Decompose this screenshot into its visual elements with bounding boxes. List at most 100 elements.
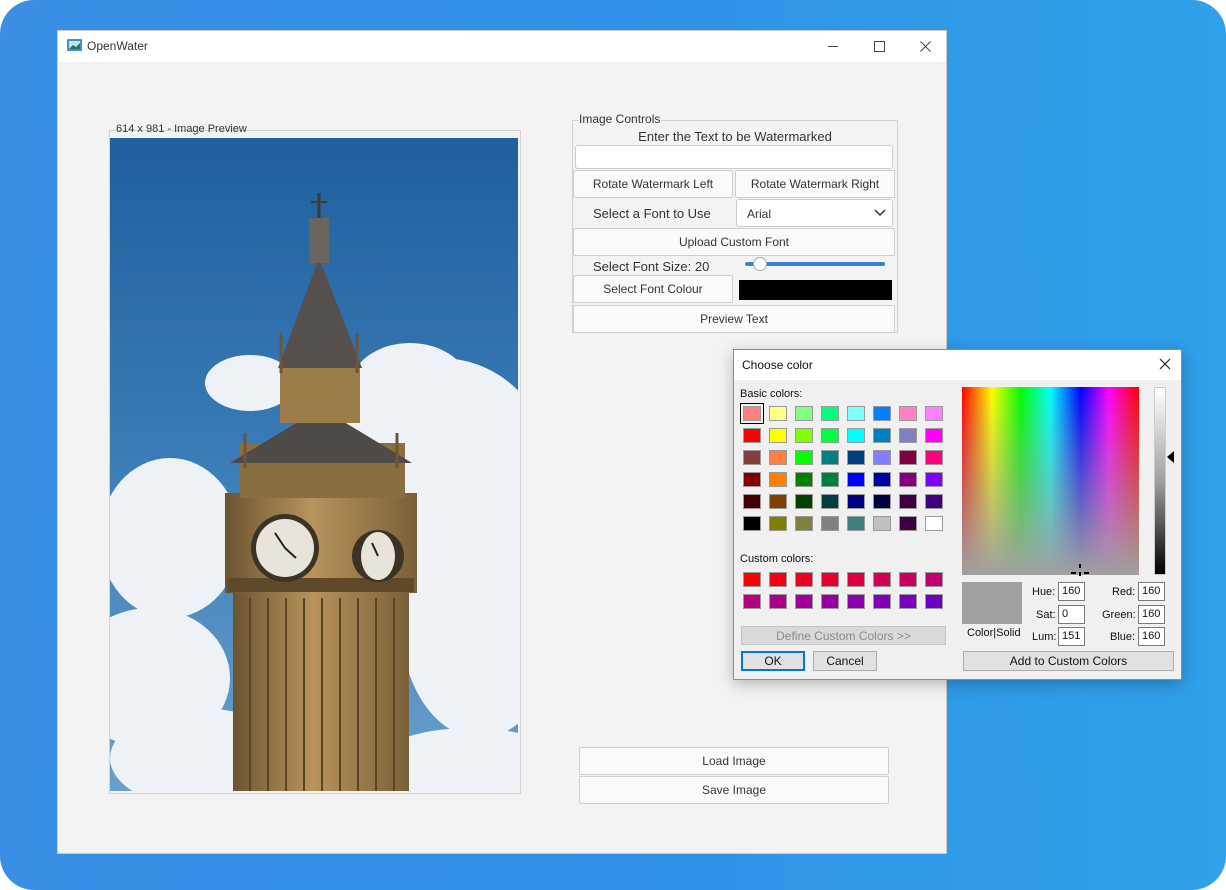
basic-color-swatch[interactable] (795, 406, 813, 421)
basic-color-swatch[interactable] (899, 494, 917, 509)
basic-color-swatch[interactable] (743, 450, 761, 465)
basic-color-swatch[interactable] (769, 472, 787, 487)
close-button[interactable] (902, 31, 948, 61)
rotate-right-button[interactable]: Rotate Watermark Right (735, 170, 895, 198)
basic-color-swatch[interactable] (795, 494, 813, 509)
hue-label: Hue: (1032, 586, 1056, 598)
save-image-button[interactable]: Save Image (579, 776, 889, 804)
custom-color-swatch[interactable] (873, 594, 891, 609)
basic-color-swatch[interactable] (847, 428, 865, 443)
basic-color-swatch[interactable] (873, 472, 891, 487)
basic-color-swatch[interactable] (743, 494, 761, 509)
basic-color-swatch[interactable] (899, 472, 917, 487)
red-field[interactable]: 160 (1138, 582, 1165, 601)
green-label: Green: (1102, 609, 1136, 621)
basic-color-swatch[interactable] (769, 428, 787, 443)
dialog-title-bar[interactable]: Choose color (734, 350, 1181, 380)
load-image-button[interactable]: Load Image (579, 747, 889, 775)
basic-color-swatch[interactable] (769, 494, 787, 509)
basic-color-swatch[interactable] (899, 516, 917, 531)
upload-custom-font-button[interactable]: Upload Custom Font (573, 228, 895, 256)
basic-color-swatch[interactable] (740, 403, 764, 424)
basic-color-swatch[interactable] (873, 406, 891, 421)
basic-color-swatch[interactable] (899, 428, 917, 443)
basic-color-swatch[interactable] (873, 494, 891, 509)
color-spectrum[interactable] (962, 387, 1139, 575)
basic-color-swatch[interactable] (743, 472, 761, 487)
lum-field[interactable]: 151 (1058, 627, 1085, 646)
minimize-button[interactable] (810, 31, 856, 61)
custom-color-swatch[interactable] (769, 572, 787, 587)
custom-color-swatch[interactable] (925, 572, 943, 587)
basic-color-swatch[interactable] (847, 516, 865, 531)
custom-color-swatch[interactable] (743, 594, 761, 609)
hue-field[interactable]: 160 (1058, 582, 1085, 601)
blue-field[interactable]: 160 (1138, 627, 1165, 646)
add-to-custom-colors-button[interactable]: Add to Custom Colors (963, 651, 1174, 671)
custom-color-swatch[interactable] (795, 594, 813, 609)
basic-color-swatch[interactable] (873, 450, 891, 465)
maximize-button[interactable] (856, 31, 902, 61)
basic-color-swatch[interactable] (821, 472, 839, 487)
watermark-text-input[interactable] (575, 145, 893, 169)
basic-color-swatch[interactable] (925, 516, 943, 531)
custom-color-swatch[interactable] (847, 594, 865, 609)
luminosity-arrow-icon[interactable] (1167, 451, 1174, 463)
choose-color-dialog: Choose color Basic colors: Custom colors… (733, 349, 1182, 680)
basic-color-swatch[interactable] (899, 406, 917, 421)
basic-color-swatch[interactable] (847, 450, 865, 465)
basic-color-swatch[interactable] (847, 406, 865, 421)
basic-color-swatch[interactable] (795, 472, 813, 487)
custom-color-swatch[interactable] (795, 572, 813, 587)
rotate-left-button[interactable]: Rotate Watermark Left (573, 170, 733, 198)
custom-color-swatch[interactable] (769, 594, 787, 609)
custom-color-swatch[interactable] (873, 572, 891, 587)
basic-color-swatch[interactable] (873, 516, 891, 531)
custom-color-swatch[interactable] (821, 594, 839, 609)
font-select[interactable]: Arial (736, 199, 893, 227)
custom-color-swatch[interactable] (743, 572, 761, 587)
green-field[interactable]: 160 (1138, 605, 1165, 624)
basic-color-swatch[interactable] (795, 450, 813, 465)
basic-color-swatch[interactable] (795, 516, 813, 531)
custom-color-swatch[interactable] (899, 572, 917, 587)
cancel-button[interactable]: Cancel (813, 651, 877, 671)
define-custom-colors-button[interactable]: Define Custom Colors >> (741, 626, 946, 645)
basic-color-swatch[interactable] (769, 516, 787, 531)
custom-color-swatch[interactable] (821, 572, 839, 587)
basic-color-swatch[interactable] (821, 494, 839, 509)
basic-color-swatch[interactable] (769, 450, 787, 465)
basic-color-swatch[interactable] (925, 472, 943, 487)
basic-color-swatch[interactable] (847, 494, 865, 509)
title-bar[interactable]: OpenWater (58, 31, 946, 62)
watermark-text-label: Enter the Text to be Watermarked (638, 129, 832, 144)
basic-color-swatch[interactable] (769, 406, 787, 421)
basic-color-swatch[interactable] (821, 406, 839, 421)
custom-color-swatch[interactable] (925, 594, 943, 609)
basic-color-swatch[interactable] (925, 494, 943, 509)
basic-color-swatch[interactable] (925, 406, 943, 421)
basic-color-swatch[interactable] (873, 428, 891, 443)
crosshair-icon (1071, 564, 1089, 576)
basic-color-swatch[interactable] (925, 428, 943, 443)
basic-color-swatch[interactable] (925, 450, 943, 465)
basic-color-swatch[interactable] (821, 516, 839, 531)
select-font-colour-button[interactable]: Select Font Colour (573, 275, 733, 303)
basic-color-swatch[interactable] (743, 428, 761, 443)
custom-color-swatch[interactable] (847, 572, 865, 587)
basic-color-swatch[interactable] (847, 472, 865, 487)
basic-color-swatch[interactable] (743, 516, 761, 531)
ok-button[interactable]: OK (741, 651, 805, 671)
red-label: Red: (1112, 586, 1136, 598)
basic-color-swatch[interactable] (795, 428, 813, 443)
basic-color-swatch[interactable] (821, 450, 839, 465)
luminosity-bar[interactable] (1154, 387, 1166, 575)
basic-color-swatch[interactable] (821, 428, 839, 443)
font-size-slider-thumb[interactable] (753, 257, 767, 271)
font-select-value: Arial (747, 207, 772, 221)
close-icon[interactable] (1157, 356, 1173, 372)
sat-field[interactable]: 0 (1058, 605, 1085, 624)
custom-color-swatch[interactable] (899, 594, 917, 609)
basic-color-swatch[interactable] (899, 450, 917, 465)
preview-text-button[interactable]: Preview Text (573, 305, 895, 333)
